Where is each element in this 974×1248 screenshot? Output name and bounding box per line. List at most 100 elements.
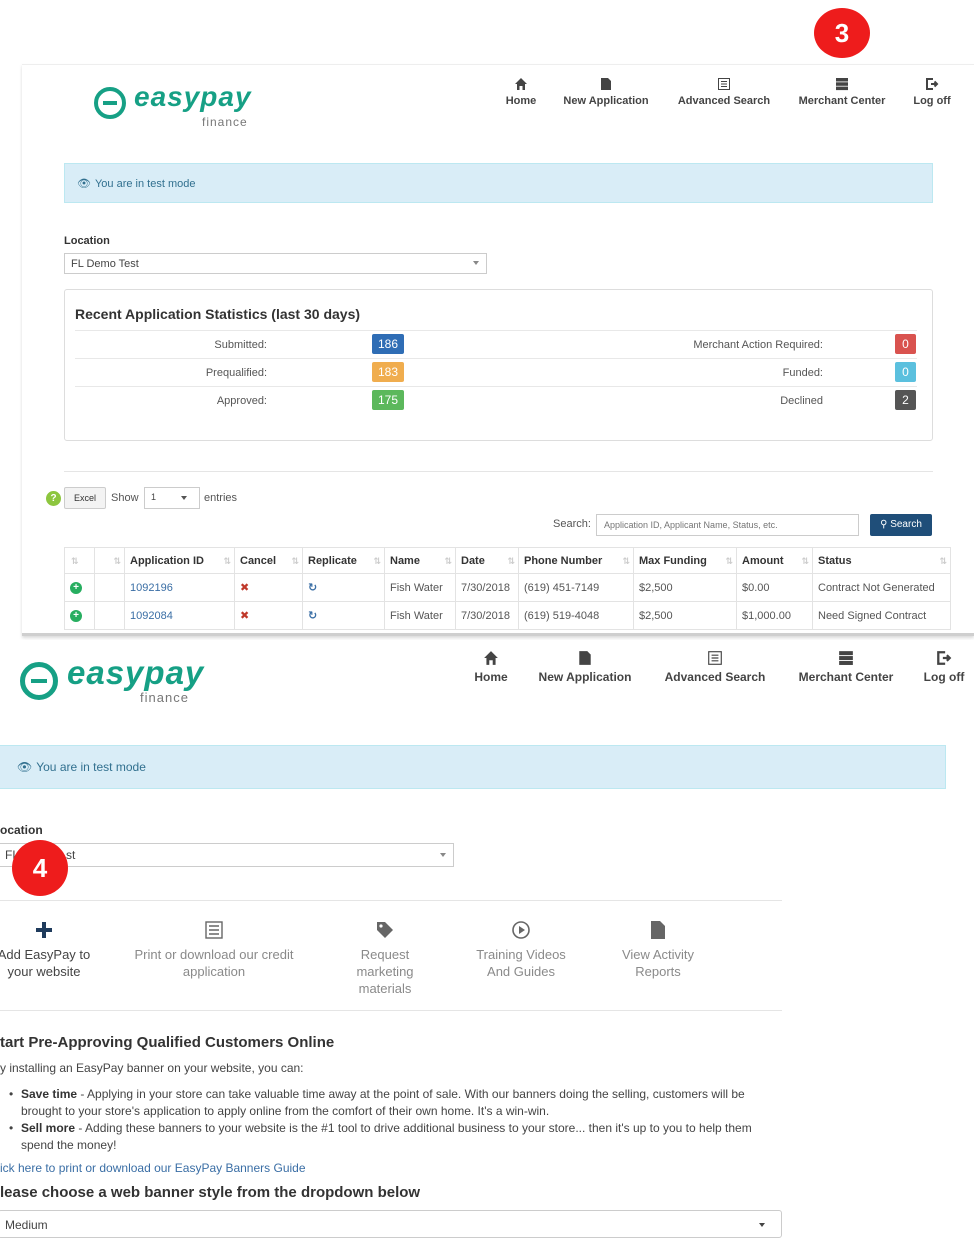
application-id-cell[interactable]: 1092084 bbox=[124, 601, 235, 630]
chevron-down-icon bbox=[181, 496, 187, 500]
location-select-value-end: st bbox=[66, 848, 76, 862]
blank-cell bbox=[94, 601, 125, 630]
page-length-select[interactable]: 1 bbox=[144, 487, 200, 509]
banner-style-value: Medium bbox=[5, 1218, 48, 1232]
expand-plus-icon[interactable]: + bbox=[70, 582, 82, 594]
status-cell: Need Signed Contract bbox=[812, 601, 951, 630]
sort-icon: ⇅ bbox=[71, 556, 79, 566]
nav-log-off[interactable]: Log off bbox=[918, 650, 970, 684]
applications-table: ⇅ ⇅ Application ID ⇅ Cancel ⇅ Replicate ⇅ N… bbox=[64, 547, 951, 630]
merchant-action-count-badge: 0 bbox=[895, 334, 916, 354]
stats-title: Recent Application Statistics (last 30 d… bbox=[75, 306, 361, 322]
location-select[interactable]: FL st bbox=[0, 843, 454, 867]
nav-home[interactable]: Home bbox=[498, 77, 544, 107]
divider bbox=[0, 900, 782, 901]
funded-count-badge: 0 bbox=[895, 362, 916, 382]
location-label: ocation bbox=[0, 823, 43, 837]
max-funding-cell: $2,500 bbox=[633, 573, 737, 602]
search-button[interactable]: ⚲ Search bbox=[870, 514, 932, 536]
help-icon[interactable]: ? bbox=[46, 491, 61, 506]
table-row: + 1092084 ✖ ↻ Fish Water 7/30/2018 (619)… bbox=[64, 601, 951, 630]
cancel-cell[interactable]: ✖ bbox=[234, 601, 303, 630]
test-mode-text: You are in test mode bbox=[94, 178, 196, 190]
eye-icon: 👁 bbox=[77, 178, 91, 190]
application-id-link[interactable]: 1092196 bbox=[130, 582, 173, 594]
column-header[interactable]: Application ID ⇅ bbox=[124, 547, 235, 574]
logo-mark-icon bbox=[94, 87, 126, 119]
chevron-down-icon bbox=[473, 261, 479, 265]
view-activity-reports-action[interactable]: View Activity Reports bbox=[610, 920, 706, 980]
phone-cell: (619) 519-4048 bbox=[518, 601, 634, 630]
excel-export-button[interactable]: Excel bbox=[64, 487, 106, 509]
nav-merchant-center[interactable]: Merchant Center bbox=[792, 77, 892, 107]
cancel-x-icon[interactable]: ✖ bbox=[240, 610, 249, 622]
cancel-x-icon[interactable]: ✖ bbox=[240, 582, 249, 594]
add-easypay-website-action[interactable]: Add EasyPay to your website bbox=[0, 920, 94, 980]
nav-new-application[interactable]: New Application bbox=[558, 77, 654, 107]
test-mode-text: You are in test mode bbox=[36, 760, 146, 774]
sort-icon: ⇅ bbox=[373, 556, 380, 566]
merchant-center-screenshot: easypay finance Home New Application Adv… bbox=[0, 640, 974, 1248]
column-header[interactable]: Date ⇅ bbox=[455, 547, 519, 574]
home-icon bbox=[484, 651, 498, 665]
divider bbox=[64, 471, 933, 472]
page-length-value: 1 bbox=[151, 492, 157, 502]
nav-new-application[interactable]: New Application bbox=[530, 650, 640, 684]
date-cell: 7/30/2018 bbox=[455, 601, 519, 630]
training-videos-action[interactable]: Training Videos And Guides bbox=[466, 920, 576, 980]
submitted-label: Submitted: bbox=[214, 339, 267, 351]
replicate-refresh-icon[interactable]: ↻ bbox=[308, 610, 317, 622]
banner-style-select[interactable]: Medium bbox=[0, 1210, 782, 1238]
cancel-cell[interactable]: ✖ bbox=[234, 573, 303, 602]
nav-advanced-search[interactable]: Advanced Search bbox=[672, 77, 776, 107]
sort-icon: ⇅ bbox=[113, 556, 120, 566]
replicate-cell[interactable]: ↻ bbox=[302, 601, 385, 630]
expand-cell[interactable]: + bbox=[64, 573, 95, 602]
nav-log-off[interactable]: Log off bbox=[908, 77, 956, 107]
server-icon bbox=[836, 78, 848, 91]
sort-icon: ⇅ bbox=[223, 556, 230, 566]
funded-label: Funded: bbox=[782, 367, 823, 379]
nav-advanced-search[interactable]: Advanced Search bbox=[656, 650, 774, 684]
column-header[interactable]: Name ⇅ bbox=[384, 547, 456, 574]
entries-label: entries bbox=[204, 492, 238, 504]
banners-guide-link[interactable]: ick here to print or download our EasyPa… bbox=[0, 1160, 306, 1177]
search-input[interactable] bbox=[596, 514, 859, 536]
application-id-cell[interactable]: 1092196 bbox=[124, 573, 235, 602]
table-row: + 1092196 ✖ ↻ Fish Water 7/30/2018 (619)… bbox=[64, 573, 951, 602]
column-header[interactable]: Status ⇅ bbox=[812, 547, 951, 574]
nav-merchant-center[interactable]: Merchant Center bbox=[788, 650, 904, 684]
divider bbox=[0, 1010, 782, 1011]
test-mode-alert: 👁 You are in test mode bbox=[0, 745, 946, 789]
expand-plus-icon[interactable]: + bbox=[70, 610, 82, 622]
blank-column-header[interactable]: ⇅ bbox=[94, 547, 125, 574]
status-cell: Contract Not Generated bbox=[812, 573, 951, 602]
pre-approving-heading: tart Pre-Approving Qualified Customers O… bbox=[0, 1034, 335, 1051]
application-id-link[interactable]: 1092084 bbox=[130, 610, 173, 622]
column-header[interactable]: Max Funding ⇅ bbox=[633, 547, 737, 574]
expand-cell[interactable]: + bbox=[64, 601, 95, 630]
list-item: Save time - Applying in your store can t… bbox=[6, 1086, 786, 1120]
column-header[interactable]: Cancel ⇅ bbox=[234, 547, 303, 574]
nav-home[interactable]: Home bbox=[466, 650, 516, 684]
column-header[interactable]: Amount ⇅ bbox=[736, 547, 813, 574]
replicate-cell[interactable]: ↻ bbox=[302, 573, 385, 602]
list-item: Sell more - Adding these banners to your… bbox=[6, 1120, 786, 1154]
step-callout-3: 3 bbox=[814, 8, 870, 58]
replicate-refresh-icon[interactable]: ↻ bbox=[308, 582, 317, 594]
show-label: Show bbox=[111, 492, 139, 504]
declined-count-badge: 2 bbox=[895, 390, 916, 410]
list-icon bbox=[205, 921, 223, 939]
expand-column-header[interactable]: ⇅ bbox=[64, 547, 95, 574]
sort-icon: ⇅ bbox=[507, 556, 514, 566]
merchant-dashboard-screenshot: easypay finance Home New Application Adv… bbox=[22, 64, 974, 636]
search-button-label: Search bbox=[890, 519, 922, 530]
file-icon bbox=[601, 78, 611, 90]
print-credit-application-action[interactable]: Print or download our credit application bbox=[124, 920, 304, 980]
date-cell: 7/30/2018 bbox=[455, 573, 519, 602]
column-header[interactable]: Phone Number ⇅ bbox=[518, 547, 634, 574]
plus-icon bbox=[36, 922, 52, 938]
request-marketing-materials-action[interactable]: Request marketing materials bbox=[340, 920, 430, 997]
location-select[interactable]: FL Demo Test bbox=[64, 253, 487, 274]
column-header[interactable]: Replicate ⇅ bbox=[302, 547, 385, 574]
